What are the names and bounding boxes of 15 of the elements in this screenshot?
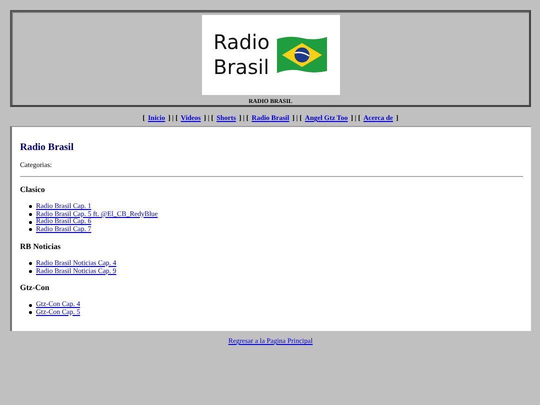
bullet-icon — [29, 205, 32, 208]
category-heading: RB Noticias — [20, 242, 62, 251]
bullet-icon — [29, 262, 32, 266]
flag-icon — [276, 35, 328, 75]
page-title: Radio Brasil — [20, 142, 75, 153]
category-heading: Gtz-Con — [20, 283, 50, 292]
bullet-icon — [29, 213, 32, 216]
category-heading: Clasico — [20, 185, 46, 194]
bullet-icon — [29, 311, 32, 314]
logo-text: Radio — [213, 30, 270, 55]
bullet-icon — [29, 270, 32, 273]
bullet-icon — [29, 228, 32, 232]
bullet-icon — [29, 304, 32, 307]
bullet-icon — [29, 220, 32, 224]
logo-text: Brasil — [213, 55, 270, 80]
